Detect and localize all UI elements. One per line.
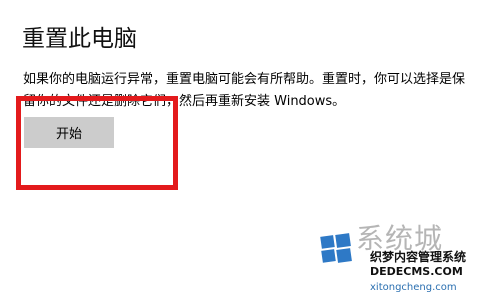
red-highlight-annotation: [16, 96, 178, 190]
watermark: 系统城 织梦内容管理系统 DEDECMS.COM xitongcheng.com: [314, 210, 484, 300]
watermark-line-1: 织梦内容管理系统: [370, 250, 467, 264]
watermark-domain: xitongcheng.com: [370, 282, 457, 293]
windows-logo-icon: [320, 233, 352, 263]
page-title: 重置此电脑: [22, 26, 137, 52]
watermark-line-2: DEDECMS.COM: [370, 265, 463, 278]
